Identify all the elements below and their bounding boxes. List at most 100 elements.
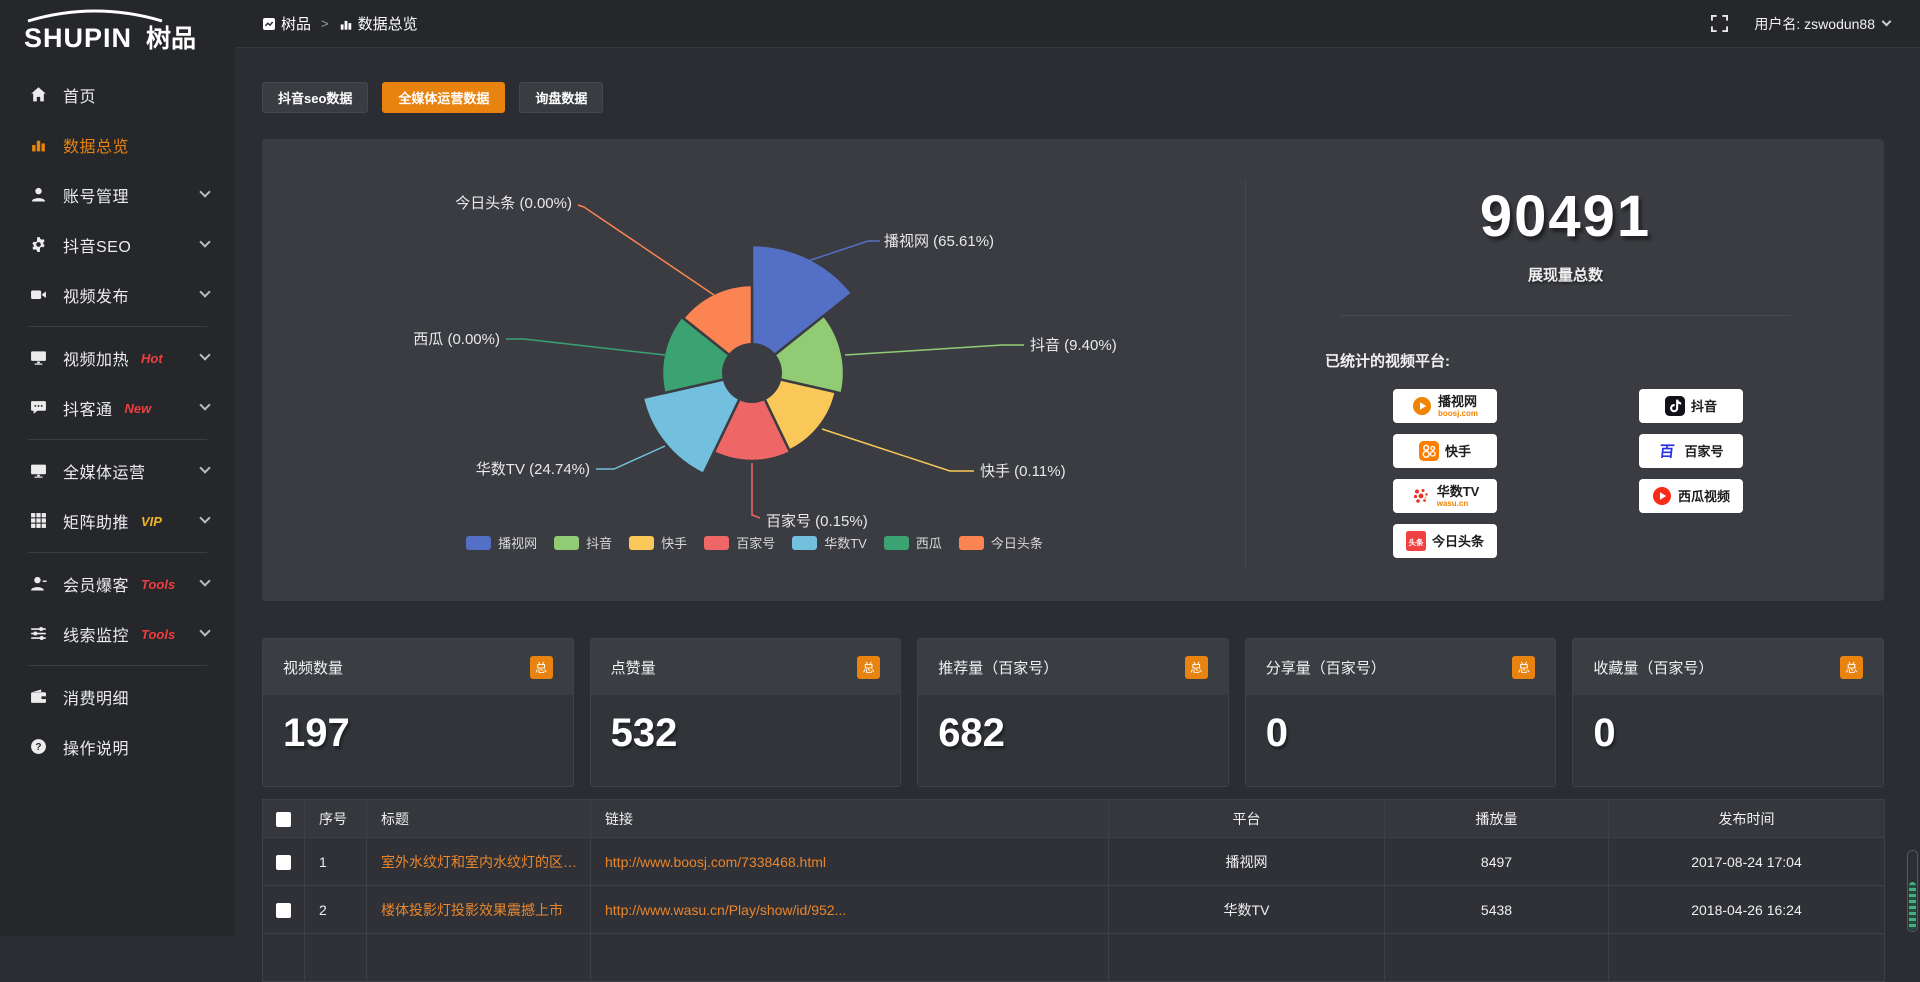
- stat-card: 分享量（百家号）总0: [1245, 638, 1557, 787]
- cell-plays: [1385, 934, 1609, 982]
- cell-time: 2017-08-24 17:04: [1609, 838, 1885, 886]
- main-content: 抖音seo数据全媒体运营数据询盘数据 播视网 (65.61%) 抖音 (9.40%…: [235, 48, 1920, 936]
- bar-chart-icon: [30, 136, 48, 154]
- sidebar-item-label: 消费明细: [63, 685, 129, 709]
- sidebar-item-label: 线索监控: [63, 622, 129, 646]
- platform-name: 播视网: [1438, 395, 1478, 408]
- sidebar-item-label: 账号管理: [63, 183, 129, 207]
- legend-item[interactable]: 快手: [629, 533, 687, 552]
- sidebar-item[interactable]: 数据总览: [0, 120, 235, 170]
- legend-label: 快手: [661, 533, 687, 552]
- sidebar-item[interactable]: 全媒体运营: [0, 446, 235, 496]
- platform-columns: 播视网boosj.com快手华数TVwasu.cn头条今日头条抖音百百家号西瓜视…: [1393, 389, 1884, 558]
- cell-index: 2: [305, 886, 367, 934]
- sidebar-item-tag: Tools: [141, 627, 175, 642]
- fullscreen-icon[interactable]: [1711, 15, 1728, 32]
- sidebar-item[interactable]: 会员爆客Tools: [0, 559, 235, 609]
- stat-card-title: 分享量（百家号）: [1266, 657, 1386, 678]
- sidebar-item-label: 矩阵助推: [63, 509, 129, 533]
- row-checkbox[interactable]: [276, 855, 291, 870]
- legend-item[interactable]: 播视网: [466, 533, 537, 552]
- summary-section: 90491 展现量总数 已统计的视频平台: 播视网boosj.com快手华数TV…: [1247, 139, 1884, 601]
- chevron-down-icon: [199, 399, 210, 410]
- sidebar-item[interactable]: 抖客通New: [0, 383, 235, 433]
- stat-cards: 视频数量总197点赞量总532推荐量（百家号）总682分享量（百家号）总0收藏量…: [262, 638, 1884, 787]
- table-header-cell: 标题: [367, 800, 591, 838]
- row-checkbox[interactable]: [276, 903, 291, 918]
- platform-badge: 抖音: [1639, 389, 1743, 423]
- username-label: 用户名: zswodun88: [1754, 14, 1875, 34]
- screen-icon: [30, 462, 48, 480]
- table-header-cell: 播放量: [1385, 800, 1609, 838]
- menu-divider: [28, 665, 207, 666]
- sidebar-item[interactable]: 视频加热Hot: [0, 333, 235, 383]
- sidebar-item[interactable]: 视频发布: [0, 270, 235, 320]
- cell-time: 2018-04-26 16:24: [1609, 886, 1885, 934]
- chevron-down-icon: [199, 462, 210, 473]
- stat-card-title: 视频数量: [283, 657, 343, 678]
- grid-icon: [30, 512, 48, 530]
- cell-title-link[interactable]: 楼体投影灯投影效果震撼上市: [367, 886, 591, 934]
- sidebar-item[interactable]: 线索监控 Tools: [0, 609, 235, 659]
- cell-index: [305, 934, 367, 982]
- platform-sub: wasu.cn: [1437, 500, 1480, 508]
- chevron-down-icon: [199, 575, 210, 586]
- breadcrumb: 树品 > 数据总览: [262, 13, 418, 34]
- sidebar-item-tag: New: [125, 401, 152, 416]
- svg-text:?: ?: [35, 742, 41, 753]
- pie-label: 百家号 (0.15%): [766, 513, 868, 530]
- sidebar-item[interactable]: ?操作说明: [0, 722, 235, 772]
- scrollbar-thumb[interactable]: [1909, 882, 1916, 930]
- sidebar-item[interactable]: 矩阵助推VIP: [0, 496, 235, 546]
- legend-item[interactable]: 西瓜: [884, 533, 942, 552]
- panel-divider: [1245, 181, 1246, 569]
- logo-arc: [28, 11, 162, 21]
- platform-name: 今日头条: [1432, 535, 1484, 548]
- legend-item[interactable]: 抖音: [554, 533, 612, 552]
- sidebar-item[interactable]: 抖音SEO: [0, 220, 235, 270]
- platform-sub: boosj.com: [1438, 410, 1478, 418]
- legend-item[interactable]: 今日头条: [959, 533, 1043, 552]
- breadcrumb-item-home[interactable]: 树品: [262, 13, 311, 34]
- tab[interactable]: 抖音seo数据: [262, 82, 368, 113]
- sidebar-item-label: 视频发布: [63, 283, 129, 307]
- pie-label: 抖音 (9.40%): [1030, 337, 1117, 354]
- table-header-cell: 平台: [1109, 800, 1385, 838]
- chevron-down-icon: [199, 286, 210, 297]
- pie-label: 今日头条 (0.00%): [455, 195, 572, 212]
- pie-label: 播视网 (65.61%): [884, 233, 994, 250]
- gear-icon: [30, 236, 48, 254]
- pie-label: 华数TV (24.74%): [476, 461, 590, 478]
- breadcrumb-item-current[interactable]: 数据总览: [339, 13, 418, 34]
- cell-title-link[interactable]: 室外水纹灯和室内水纹灯的区别和简介: [367, 838, 591, 886]
- tab[interactable]: 全媒体运营数据: [382, 82, 505, 113]
- video-table: 序号标题链接平台播放量发布时间 1室外水纹灯和室内水纹灯的区别和简介http:/…: [262, 799, 1885, 982]
- brand-logo[interactable]: SHUPIN 树品: [0, 0, 235, 64]
- cell-url-link[interactable]: http://www.wasu.cn/Play/show/id/952...: [591, 886, 1109, 934]
- user-menu[interactable]: 用户名: zswodun88: [1754, 14, 1890, 34]
- sidebar-item-tag: Hot: [141, 351, 163, 366]
- legend-item[interactable]: 百家号: [704, 533, 775, 552]
- legend-swatch: [629, 536, 654, 550]
- platform-badge: 百百家号: [1639, 434, 1743, 468]
- cell-url-link[interactable]: [591, 934, 1109, 982]
- sidebar-item[interactable]: 消费明细: [0, 672, 235, 722]
- sidebar-item[interactable]: 账号管理: [0, 170, 235, 220]
- sidebar-item[interactable]: 首页: [0, 70, 235, 120]
- legend-item[interactable]: 华数TV: [792, 533, 867, 552]
- cell-url-link[interactable]: http://www.boosj.com/7338468.html: [591, 838, 1109, 886]
- select-all-checkbox[interactable]: [276, 812, 291, 827]
- chat-icon: [30, 399, 48, 417]
- table-header-cell: 链接: [591, 800, 1109, 838]
- label-leader-line: [808, 241, 880, 261]
- label-leader-line: [506, 339, 665, 355]
- chevron-down-icon: [199, 512, 210, 523]
- stat-card-value: 0: [1593, 711, 1615, 755]
- cell-title-link[interactable]: [367, 934, 591, 982]
- member-icon: [30, 575, 48, 593]
- pie-hole: [722, 343, 782, 403]
- stat-card-value: 197: [283, 711, 350, 755]
- legend-label: 西瓜: [916, 533, 942, 552]
- table-row: [263, 934, 1885, 982]
- tab[interactable]: 询盘数据: [519, 82, 603, 113]
